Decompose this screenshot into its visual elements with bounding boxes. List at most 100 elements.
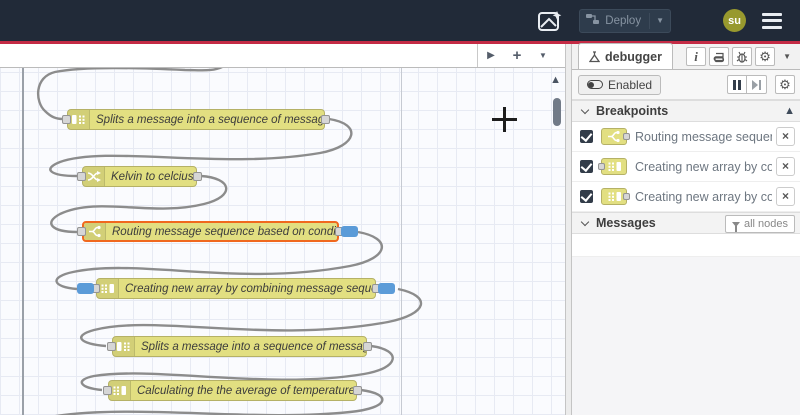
breakpoint-badge[interactable] <box>378 283 395 294</box>
messages-empty-area <box>572 257 800 415</box>
node-port-left[interactable] <box>77 172 86 181</box>
change-icon <box>83 167 105 186</box>
mini-node-port <box>598 163 605 170</box>
deploy-button[interactable]: Deploy ▼ <box>579 8 671 33</box>
breakpoints-list: Routing message sequence based on condit… <box>572 122 800 212</box>
sidebar-tabbar: debugger i ⚙ ▼ <box>572 43 800 70</box>
docs-button[interactable] <box>709 47 730 66</box>
settings-button[interactable]: ⚙ <box>755 47 776 66</box>
flow-canvas[interactable]: Splits a message into a sequence of mess… <box>0 68 565 415</box>
breakpoint-badge[interactable] <box>341 226 358 237</box>
flow-node-5[interactable]: Calculating the the average of temperatu… <box>108 380 357 401</box>
flow-list-icon[interactable]: ▼ <box>534 47 552 65</box>
workspace: ▶ + ▼ Splits a message into a sequence o… <box>0 44 565 415</box>
join-icon <box>598 158 627 175</box>
mini-node-port <box>623 193 630 200</box>
flow-node-3[interactable]: Creating new array by combining message … <box>96 278 376 299</box>
node-port-right[interactable] <box>193 172 202 181</box>
breakpoints-title: Breakpoints <box>596 104 669 118</box>
book-icon <box>713 52 725 62</box>
debugger-tab-icon <box>589 50 600 62</box>
deploy-caret-icon[interactable]: ▼ <box>656 16 664 25</box>
info-button[interactable]: i <box>686 47 707 66</box>
header: Deploy ▼ su <box>0 0 800 41</box>
node-port-right[interactable] <box>353 386 362 395</box>
switch-icon <box>84 223 106 240</box>
breakpoint-row-2: Creating new array by combining message … <box>572 182 800 212</box>
flow-node-1[interactable]: Kelvin to celcius <box>82 166 197 187</box>
sidebar-splitter[interactable] <box>565 44 572 415</box>
node-label: Calculating the the average of temperatu… <box>137 384 355 397</box>
breakpoint-checkbox[interactable] <box>580 130 593 143</box>
filter-all-nodes-button[interactable]: all nodes <box>724 215 795 233</box>
breakpoint-row-0: Routing message sequence based on condit… <box>572 122 800 152</box>
pause-icon <box>733 79 741 90</box>
image-sparkle-icon[interactable] <box>535 7 565 35</box>
node-port-left[interactable] <box>103 386 112 395</box>
remove-breakpoint-button[interactable]: × <box>776 157 795 176</box>
node-label: Routing message sequence based on condit… <box>112 225 337 238</box>
node-label: Splits a message into a sequence of mess… <box>96 113 324 126</box>
breakpoint-label[interactable]: Creating new array by combining message … <box>635 160 772 174</box>
breakpoints-scroll-up-icon[interactable]: ▲ <box>784 105 795 117</box>
split-icon <box>113 337 135 356</box>
breakpoint-label[interactable]: Routing message sequence based on condit… <box>635 130 772 144</box>
mini-node-port <box>623 133 630 140</box>
tab-scroll-right-icon[interactable]: ▶ <box>482 47 500 65</box>
node-label: Kelvin to celcius <box>111 170 194 183</box>
breakpoint-label[interactable]: Creating new array by combining message … <box>635 190 772 204</box>
toggle-icon <box>587 80 603 89</box>
join-icon <box>97 279 119 298</box>
switch-icon <box>601 128 630 145</box>
node-port-left[interactable] <box>107 342 116 351</box>
node-port-right[interactable] <box>363 342 372 351</box>
tab-debugger[interactable]: debugger <box>578 43 673 69</box>
messages-empty-row <box>572 234 800 257</box>
canvas-scrollbar-thumb[interactable] <box>553 98 561 126</box>
step-icon <box>752 79 761 90</box>
deploy-divider <box>649 12 651 29</box>
node-port-left[interactable] <box>62 115 71 124</box>
remove-breakpoint-button[interactable]: × <box>776 187 795 206</box>
debugger-settings-button[interactable]: ⚙ <box>775 75 795 94</box>
breakpoint-checkbox[interactable] <box>580 190 593 203</box>
node-port-left[interactable] <box>77 227 86 236</box>
debug-button[interactable] <box>732 47 753 66</box>
pause-button[interactable] <box>727 75 747 94</box>
flow-node-2[interactable]: Routing message sequence based on condit… <box>82 221 339 242</box>
join-icon <box>601 188 630 205</box>
breakpoint-row-1: Creating new array by combining message … <box>572 152 800 182</box>
bug-icon <box>736 51 748 63</box>
enabled-toggle[interactable]: Enabled <box>578 74 662 95</box>
enabled-label: Enabled <box>608 77 653 92</box>
chevron-down-icon <box>580 217 590 226</box>
chevron-down-icon <box>580 105 590 114</box>
node-label: Splits a message into a sequence of mess… <box>141 340 366 353</box>
add-flow-icon[interactable]: + <box>508 47 526 65</box>
sidebar: debugger i ⚙ ▼ Enabled ⚙ Breakpoints ▲ R… <box>572 43 800 415</box>
breakpoint-badge[interactable] <box>77 283 94 294</box>
node-label: Creating new array by combining message … <box>125 282 375 295</box>
join-icon <box>109 381 131 400</box>
user-avatar[interactable]: su <box>723 9 746 32</box>
sidebar-tabs-caret-icon[interactable]: ▼ <box>783 52 791 61</box>
flow-tabstrip: ▶ + ▼ <box>0 44 565 68</box>
funnel-icon <box>731 221 740 232</box>
debugger-toolbar: Enabled ⚙ <box>572 70 800 100</box>
deploy-label: Deploy <box>605 14 642 27</box>
split-icon <box>68 110 90 129</box>
messages-section-header[interactable]: Messages all nodes <box>572 212 800 234</box>
filter-label: all nodes <box>743 218 788 230</box>
flow-node-0[interactable]: Splits a message into a sequence of mess… <box>67 109 325 130</box>
remove-breakpoint-button[interactable]: × <box>776 127 795 146</box>
step-button[interactable] <box>747 75 767 94</box>
node-port-right[interactable] <box>321 115 330 124</box>
breakpoint-checkbox[interactable] <box>580 160 593 173</box>
breakpoints-section-header[interactable]: Breakpoints ▲ <box>572 100 800 122</box>
messages-title: Messages <box>596 216 656 230</box>
deploy-node-icon <box>586 13 600 28</box>
menu-icon[interactable] <box>762 12 782 29</box>
flow-node-4[interactable]: Splits a message into a sequence of mess… <box>112 336 367 357</box>
avatar-initials: su <box>728 14 741 27</box>
canvas-scroll-up-icon[interactable]: ▲ <box>550 74 561 86</box>
